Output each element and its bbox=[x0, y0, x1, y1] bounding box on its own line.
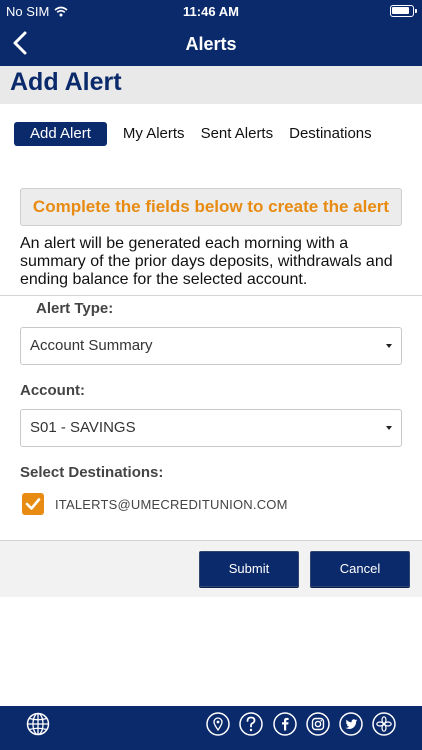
tab-destinations[interactable]: Destinations bbox=[281, 122, 380, 146]
tab-sent-alerts[interactable]: Sent Alerts bbox=[193, 122, 282, 146]
divider bbox=[0, 295, 422, 296]
instagram-icon[interactable] bbox=[305, 711, 331, 737]
account-value: S01 - SAVINGS bbox=[30, 419, 136, 436]
tab-my-alerts[interactable]: My Alerts bbox=[115, 122, 193, 146]
account-label: Account: bbox=[20, 382, 85, 399]
destinations-label: Select Destinations: bbox=[20, 464, 164, 481]
settings-flower-icon[interactable] bbox=[371, 711, 397, 737]
alert-description: An alert will be generated each morning … bbox=[20, 235, 393, 288]
page-title: Add Alert bbox=[10, 68, 122, 96]
status-bar: No SIM 11:46 AM bbox=[0, 0, 422, 22]
destination-checkbox[interactable] bbox=[22, 493, 44, 515]
facebook-icon[interactable] bbox=[272, 711, 298, 737]
alert-type-label: Alert Type: bbox=[36, 300, 114, 317]
caret-down-icon bbox=[386, 344, 392, 348]
alert-type-value: Account Summary bbox=[30, 337, 153, 354]
destination-email: ITALERTS@UMECREDITUNION.COM bbox=[55, 497, 288, 512]
caret-down-icon bbox=[386, 426, 392, 430]
nav-title: Alerts bbox=[185, 34, 237, 54]
submit-button[interactable]: Submit bbox=[199, 551, 299, 587]
instruction-banner: Complete the fields below to create the … bbox=[20, 188, 402, 226]
globe-icon[interactable] bbox=[25, 711, 51, 737]
battery-icon bbox=[390, 5, 417, 17]
tab-add-alert[interactable]: Add Alert bbox=[14, 122, 107, 146]
map-pin-icon[interactable] bbox=[205, 711, 231, 737]
alert-tabs: Add Alert My Alerts Sent Alerts Destinat… bbox=[14, 122, 380, 146]
clock: 11:46 AM bbox=[183, 4, 239, 19]
twitter-icon[interactable] bbox=[338, 711, 364, 737]
cancel-button[interactable]: Cancel bbox=[310, 551, 410, 587]
account-select[interactable]: S01 - SAVINGS bbox=[20, 409, 402, 447]
alert-type-select[interactable]: Account Summary bbox=[20, 327, 402, 365]
top-bar: No SIM 11:46 AM Alerts bbox=[0, 0, 422, 66]
checkmark-icon bbox=[25, 498, 41, 510]
help-icon[interactable] bbox=[238, 711, 264, 737]
